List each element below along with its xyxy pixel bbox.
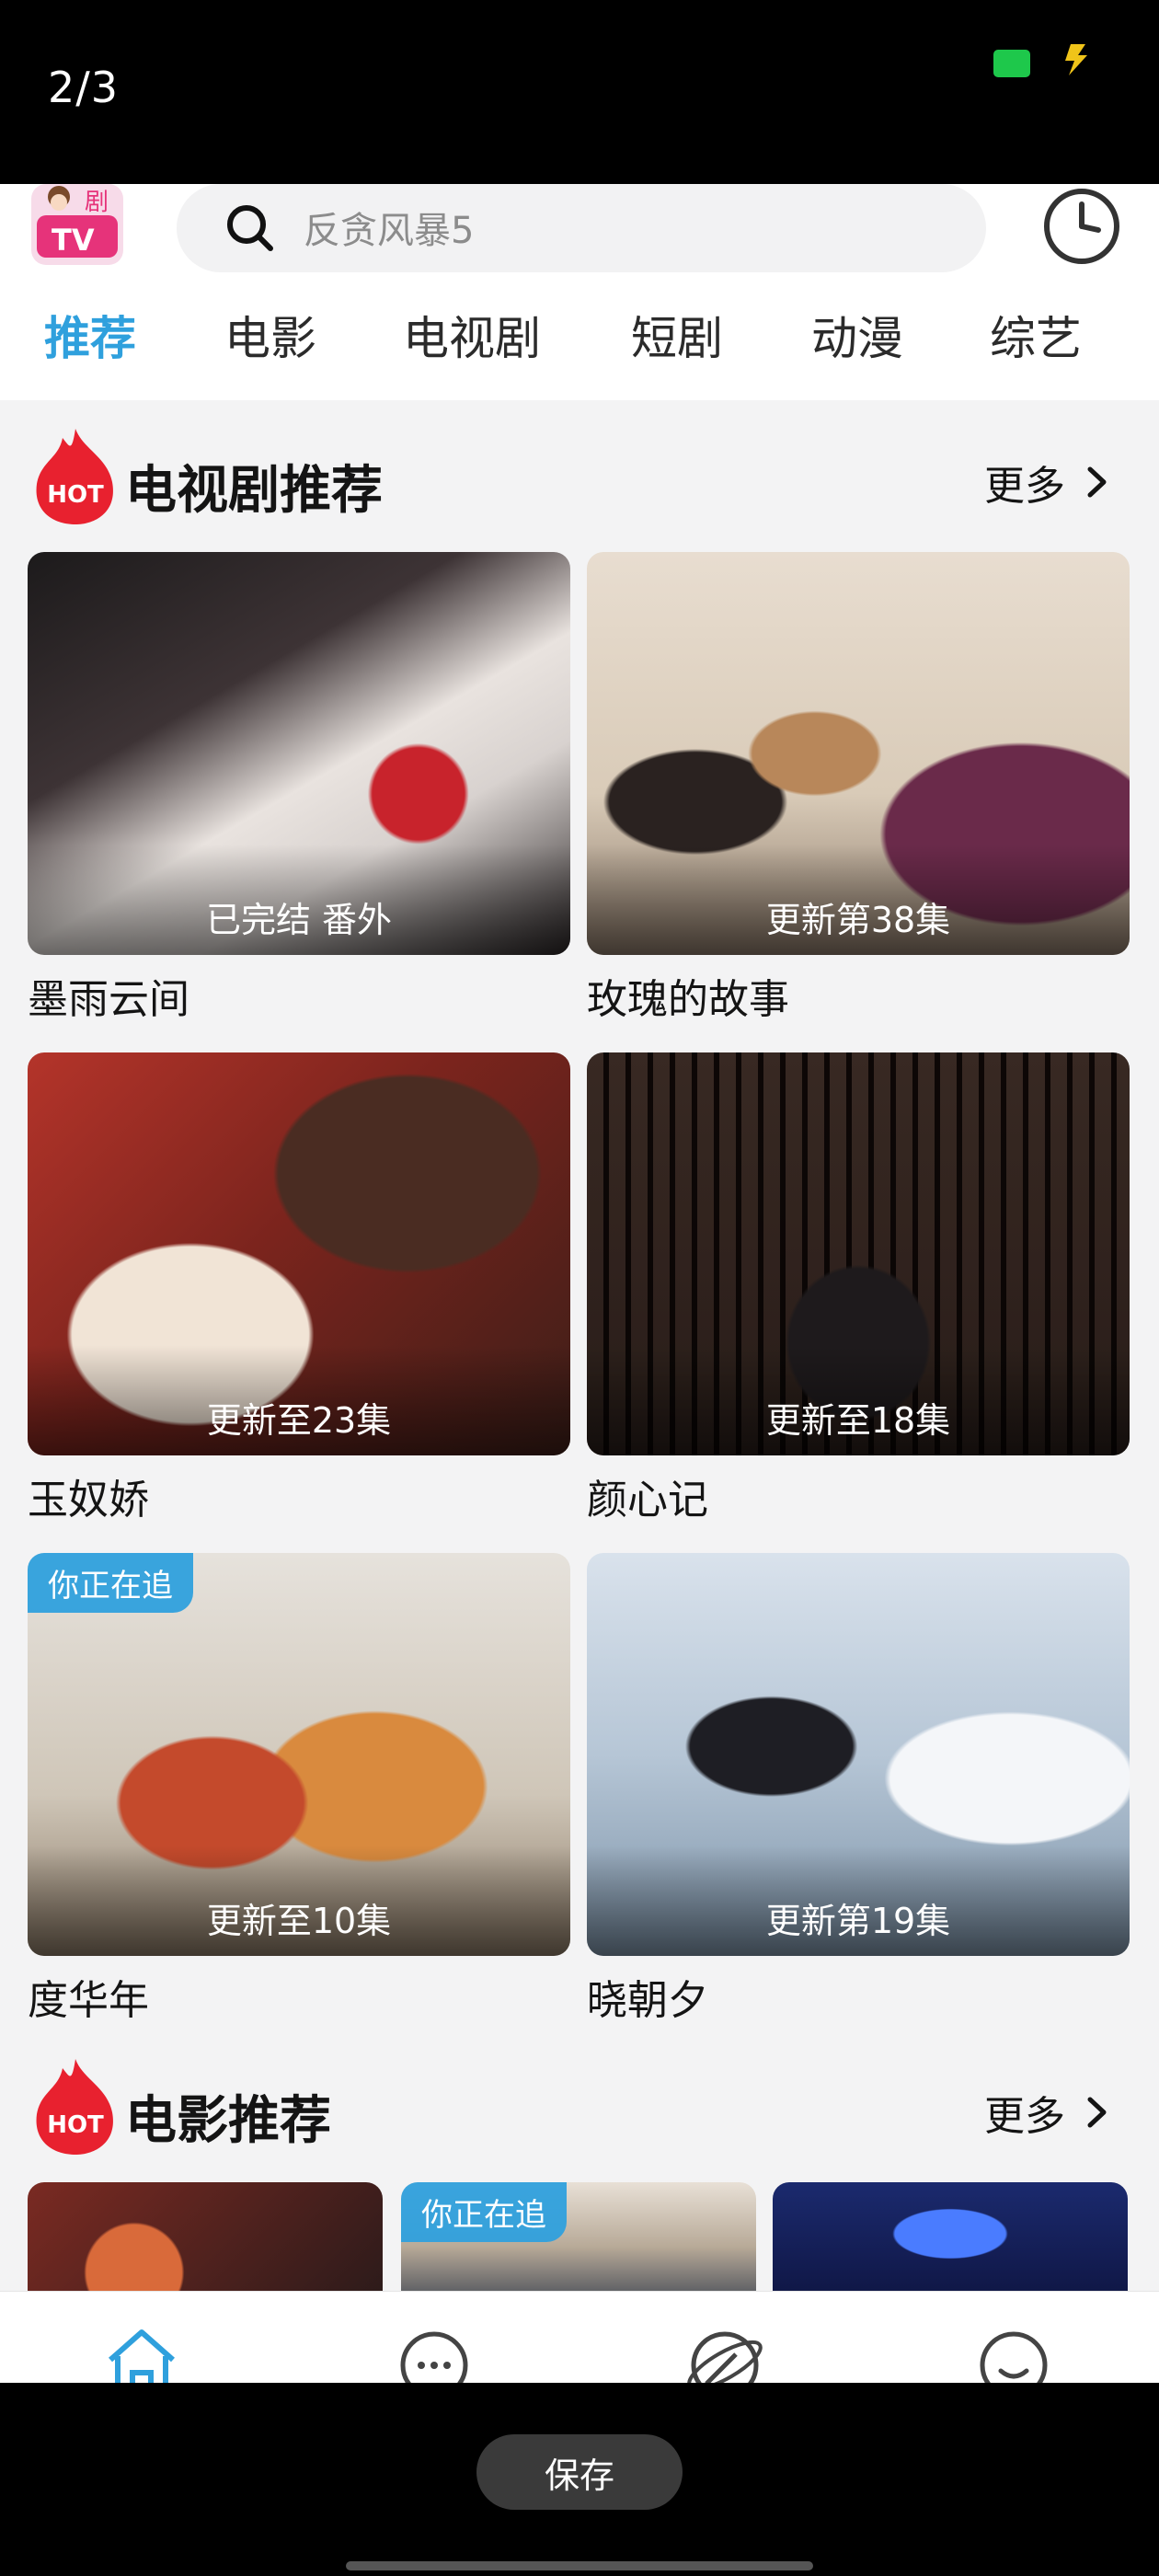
tab-short-drama[interactable]: 短剧 <box>631 302 723 368</box>
poster-image: 更新第19集 <box>587 1553 1130 1956</box>
status-indicator-icon <box>993 50 1030 77</box>
search-input[interactable]: 反贪风暴5 <box>177 184 986 272</box>
episode-status: 更新至10集 <box>206 1901 392 1941</box>
movie-strip: 你正在追 <box>0 2182 1159 2311</box>
drama-card[interactable]: 更新第19集 晓朝夕 <box>587 1553 1130 2026</box>
poster-image: 你正在追 更新至10集 <box>28 1553 570 1956</box>
drama-card[interactable]: 更新至23集 玉奴娇 <box>28 1052 570 1525</box>
home-indicator[interactable] <box>346 2561 813 2570</box>
drama-title: 颜心记 <box>587 1477 708 1524</box>
chat-icon[interactable] <box>388 2319 480 2383</box>
drama-title: 墨雨云间 <box>28 976 189 1023</box>
save-button[interactable]: 保存 <box>476 2434 683 2510</box>
poster-image: 更新至18集 <box>587 1052 1130 1455</box>
drama-card[interactable]: 你正在追 更新至10集 度华年 <box>28 1553 570 2026</box>
viewer-bottom-bar: 保存 <box>0 2383 1159 2576</box>
tab-tv-series[interactable]: 电视剧 <box>403 302 541 368</box>
episode-status: 更新第19集 <box>765 1901 951 1941</box>
chevron-right-icon <box>1087 466 1107 498</box>
poster-image: 已完结 番外 <box>28 552 570 955</box>
section-title: 电影推荐 <box>125 2091 331 2151</box>
drama-title: 度华年 <box>28 1977 149 2024</box>
episode-status: 更新至23集 <box>206 1400 392 1441</box>
drama-card[interactable]: 更新第38集 玫瑰的故事 <box>587 552 1130 1025</box>
more-label: 更多 <box>984 463 1065 510</box>
discover-icon[interactable] <box>679 2319 771 2383</box>
drama-title: 晓朝夕 <box>587 1977 708 2024</box>
app-logo-icon: 剧 TV <box>31 184 123 265</box>
profile-icon[interactable] <box>968 2319 1060 2383</box>
drama-title: 玉奴娇 <box>28 1477 149 1524</box>
hot-flame-icon: HOT <box>36 2059 113 2155</box>
app-screen: 剧 TV 反贪风暴5 推荐 电影 电视剧 短剧 动漫 综艺 HOT 电视剧推荐 … <box>0 184 1159 2383</box>
chasing-badge: 你正在追 <box>401 2182 567 2242</box>
drama-card[interactable]: 已完结 番外 墨雨云间 <box>28 552 570 1025</box>
chasing-badge: 你正在追 <box>28 1553 193 1613</box>
home-icon[interactable] <box>96 2319 188 2383</box>
tab-variety[interactable]: 综艺 <box>990 302 1082 368</box>
tab-anime[interactable]: 动漫 <box>811 302 903 368</box>
tab-movies[interactable]: 电影 <box>224 302 316 368</box>
section-header-movies: HOT 电影推荐 更多 <box>0 2055 1159 2156</box>
poster-image: 更新至23集 <box>28 1052 570 1455</box>
tab-recommend[interactable]: 推荐 <box>44 302 136 368</box>
svg-text:剧: 剧 <box>85 189 109 216</box>
svg-text:HOT: HOT <box>47 481 104 509</box>
more-link[interactable]: 更多 <box>984 453 1109 512</box>
section-title: 电视剧推荐 <box>125 461 383 521</box>
drama-card[interactable]: 更新至18集 颜心记 <box>587 1052 1130 1525</box>
viewer-top-bar: 2/3 <box>0 0 1159 184</box>
episode-status: 更新第38集 <box>765 900 951 940</box>
category-tabs: 推荐 电影 电视剧 短剧 动漫 综艺 <box>0 302 1159 385</box>
search-placeholder: 反贪风暴5 <box>304 210 475 252</box>
chevron-right-icon <box>1087 2097 1107 2128</box>
poster-image: 更新第38集 <box>587 552 1130 955</box>
section-header-tv: HOT 电视剧推荐 更多 <box>0 425 1159 526</box>
svg-text:HOT: HOT <box>47 2111 104 2139</box>
more-link[interactable]: 更多 <box>984 2083 1109 2142</box>
charging-bolt-icon <box>1065 44 1087 75</box>
app-header: 剧 TV 反贪风暴5 推荐 电影 电视剧 短剧 动漫 综艺 <box>0 184 1159 400</box>
page-counter: 2/3 <box>48 63 120 112</box>
episode-status: 已完结 番外 <box>205 900 393 940</box>
svg-text:TV: TV <box>52 223 95 258</box>
history-clock-icon[interactable] <box>1038 184 1126 267</box>
drama-title: 玫瑰的故事 <box>587 976 789 1023</box>
bottom-nav <box>0 2291 1159 2383</box>
episode-status: 更新至18集 <box>765 1400 951 1441</box>
hot-flame-icon: HOT <box>36 429 113 524</box>
more-label: 更多 <box>984 2093 1065 2140</box>
search-icon <box>227 205 273 251</box>
